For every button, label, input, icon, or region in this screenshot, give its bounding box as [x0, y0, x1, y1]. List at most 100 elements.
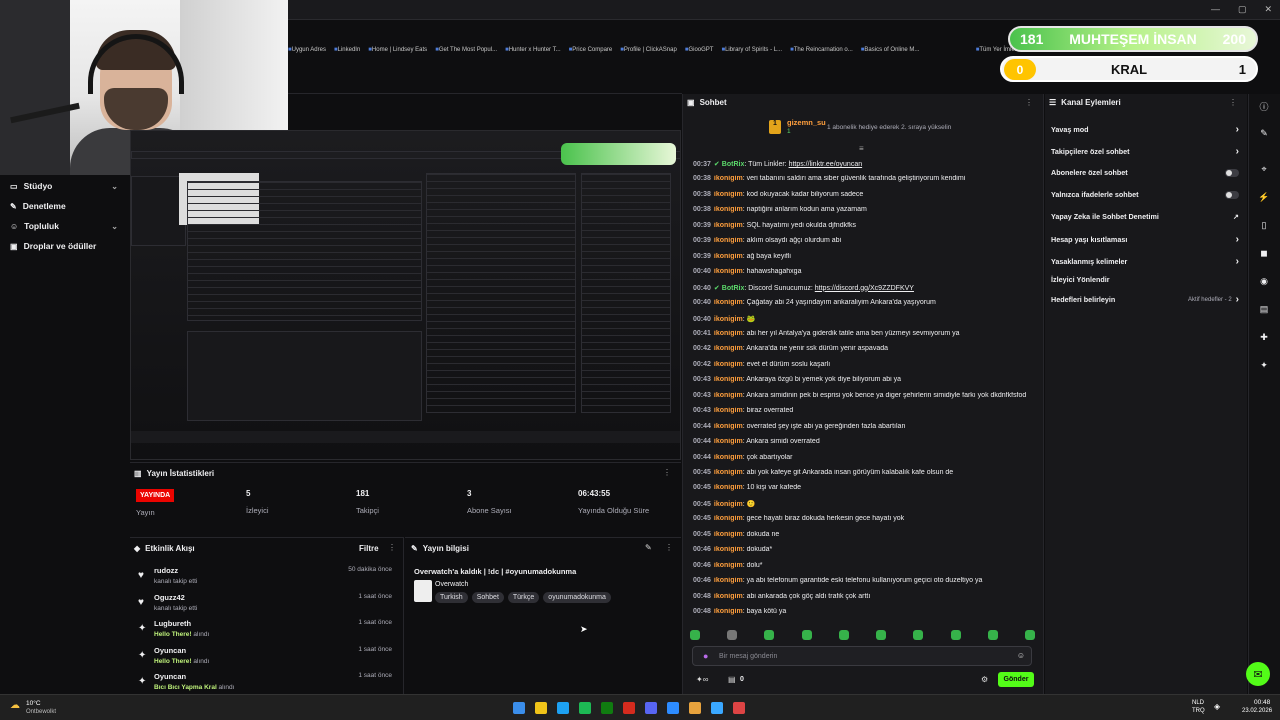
- clock-time[interactable]: 00:48: [1254, 699, 1270, 706]
- message-user[interactable]: ikonigim: [714, 206, 743, 213]
- emote-icon[interactable]: [764, 630, 775, 640]
- event-row[interactable]: ✦ Oyuncan Hello There! alındı 1 saat önce: [138, 646, 398, 672]
- bookmark-item[interactable]: Hunter x Hunter T...: [505, 47, 561, 53]
- emote-icon[interactable]: [838, 630, 849, 640]
- message-user[interactable]: ikonigim: [714, 299, 743, 306]
- chat-bubble-button[interactable]: ✉: [1246, 662, 1270, 686]
- event-user[interactable]: Oyuncan: [154, 672, 186, 681]
- message-user[interactable]: ikonigim: [714, 253, 743, 260]
- bookmark-item[interactable]: Uygun Adres: [288, 47, 326, 53]
- xbox-icon[interactable]: [601, 702, 613, 714]
- event-row[interactable]: ♥ Oguzz42 kanalı takip etti 1 saat önce: [138, 593, 398, 619]
- message-user[interactable]: ikonigim: [714, 423, 743, 430]
- stream-tag[interactable]: Türkçe: [507, 592, 540, 603]
- chat-bubble-icon[interactable]: ◼: [1257, 248, 1271, 262]
- channel-action[interactable]: Hesap yaşı kısıtlaması ›: [1051, 234, 1239, 245]
- message-user[interactable]: ikonigim: [714, 345, 743, 352]
- settings-icon[interactable]: ⚙: [981, 675, 988, 684]
- external-link-icon[interactable]: ↗: [1233, 212, 1239, 221]
- event-row[interactable]: ✦ Lugbureth Hello There! alındı 1 saat önce: [138, 619, 398, 645]
- stream-tag[interactable]: Turkish: [435, 592, 468, 603]
- gift-icon[interactable]: ▤: [1257, 304, 1271, 318]
- chevron-right-icon[interactable]: ›: [1236, 234, 1239, 245]
- action-control[interactable]: ›: [1236, 124, 1239, 135]
- message-user[interactable]: BotRix: [722, 285, 745, 292]
- emote-icon[interactable]: [876, 630, 887, 640]
- message-user[interactable]: ikonigim: [714, 469, 743, 476]
- bookmark-item[interactable]: Price Compare: [569, 47, 612, 53]
- chevron-down-icon[interactable]: ⌄: [111, 222, 118, 231]
- sidenav-item[interactable]: ✎ Denetleme: [0, 196, 130, 216]
- windows-start-icon[interactable]: [513, 702, 525, 714]
- channel-action[interactable]: Yasaklanmış kelimeler ›: [1051, 256, 1239, 267]
- sidenav-item[interactable]: ▭ Stüdyo ⌄: [0, 176, 130, 196]
- bookmark-item[interactable]: Library of Spirits - L...: [721, 47, 782, 53]
- message-user[interactable]: ikonigim: [714, 330, 743, 337]
- minimize-icon[interactable]: —: [1211, 4, 1220, 15]
- message-link[interactable]: https://discord.gg/Xc9ZZDFKVY: [815, 285, 914, 292]
- bookmark-item[interactable]: Get The Most Popul...: [435, 47, 497, 53]
- steam-icon[interactable]: [667, 702, 679, 714]
- message-link[interactable]: https://linktr.ee/oyuncan: [789, 161, 863, 168]
- chevron-right-icon[interactable]: ›: [1236, 146, 1239, 157]
- message-user[interactable]: ikonigim: [714, 376, 743, 383]
- discord-icon[interactable]: [645, 702, 657, 714]
- message-user[interactable]: ikonigim: [714, 268, 743, 275]
- stream-tag[interactable]: Sohbet: [471, 592, 504, 603]
- message-user[interactable]: ikonigim: [714, 593, 743, 600]
- emoji-icon[interactable]: ☺: [1017, 651, 1025, 660]
- emote-icon[interactable]: [987, 630, 998, 640]
- broadcast-icon[interactable]: ◉: [1257, 276, 1271, 290]
- bolt-icon[interactable]: ⚡: [1257, 192, 1271, 206]
- kebab-icon[interactable]: ⋮: [663, 468, 671, 477]
- spotify-icon[interactable]: [579, 702, 591, 714]
- message-user[interactable]: ikonigim: [714, 392, 743, 399]
- message-user[interactable]: ikonigim: [714, 191, 743, 198]
- emote-icon[interactable]: [913, 630, 924, 640]
- event-user[interactable]: rudozz: [154, 566, 178, 575]
- emote-icon[interactable]: [950, 630, 961, 640]
- action-control[interactable]: ›: [1236, 146, 1239, 157]
- points-icon[interactable]: ✦∞: [696, 675, 708, 684]
- action-control[interactable]: [1225, 168, 1239, 177]
- wrench-icon[interactable]: ✚: [1257, 332, 1271, 346]
- message-user[interactable]: ikonigim: [714, 562, 743, 569]
- edit-icon[interactable]: ✎: [645, 543, 652, 552]
- message-user[interactable]: ikonigim: [714, 608, 743, 615]
- chat-input[interactable]: ● Bir mesaj gönderin ☺: [692, 646, 1032, 666]
- app-icon[interactable]: [733, 702, 745, 714]
- emote-icon[interactable]: [801, 630, 812, 640]
- file-explorer-icon[interactable]: [535, 702, 547, 714]
- info-icon[interactable]: ⓘ: [1257, 100, 1271, 114]
- close-icon[interactable]: ✕: [1264, 4, 1272, 15]
- chevron-right-icon[interactable]: ›: [1236, 256, 1239, 267]
- bookmark-item[interactable]: Basics of Online M...: [861, 47, 919, 53]
- toggle-switch[interactable]: [1225, 190, 1239, 199]
- edit-icon[interactable]: ✎: [1257, 128, 1271, 142]
- stream-tag[interactable]: oyunumadokunma: [543, 592, 611, 603]
- message-user[interactable]: ikonigim: [714, 484, 743, 491]
- chrome-icon[interactable]: [689, 702, 701, 714]
- message-user[interactable]: ikonigim: [714, 438, 743, 445]
- edge-icon[interactable]: [557, 702, 569, 714]
- kebab-icon[interactable]: ⋮: [665, 543, 673, 552]
- message-user[interactable]: ikonigim: [714, 237, 743, 244]
- kebab-icon[interactable]: ⋮: [1025, 98, 1033, 107]
- document-icon[interactable]: ▯: [1257, 220, 1271, 234]
- network-icon[interactable]: ◈: [1214, 702, 1220, 711]
- channel-action[interactable]: Yavaş mod ›: [1051, 124, 1239, 135]
- pinned-handle-icon[interactable]: ≡: [859, 144, 864, 153]
- message-user[interactable]: ikonigim: [714, 454, 743, 461]
- action-control[interactable]: ›: [1236, 256, 1239, 267]
- netflix-icon[interactable]: [623, 702, 635, 714]
- action-control[interactable]: ↗: [1233, 212, 1239, 221]
- message-user[interactable]: ikonigim: [714, 577, 743, 584]
- crosshair-icon[interactable]: ⌖: [1257, 164, 1271, 178]
- toggle-switch[interactable]: [1225, 168, 1239, 177]
- message-user[interactable]: ikonigim: [714, 515, 743, 522]
- gift-leader-name[interactable]: gizemn_su: [787, 118, 826, 127]
- channel-action[interactable]: Hedefleri belirleyin Aktif hedefler - 2 ›: [1051, 294, 1239, 305]
- stream-preview[interactable]: [130, 130, 681, 460]
- emote-icon[interactable]: [690, 630, 700, 640]
- kebab-icon[interactable]: ⋮: [388, 543, 396, 552]
